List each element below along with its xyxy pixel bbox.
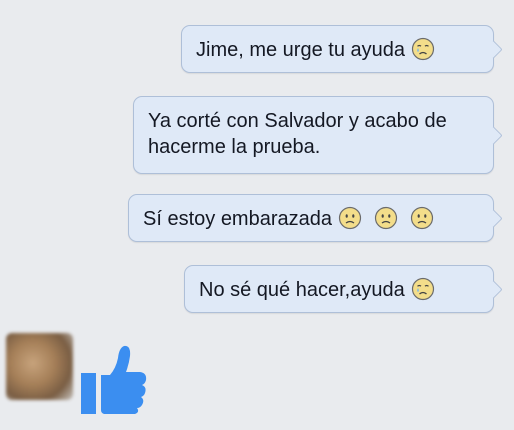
message-text-1: Jime, me urge tu ayuda <box>196 39 405 61</box>
message-bubble-3: Sí estoy embarazada <box>128 194 494 242</box>
message-text-4: No sé qué hacer,ayuda <box>199 279 405 301</box>
frowning-face-icon <box>410 206 434 230</box>
crying-face-icon <box>411 277 435 301</box>
message-bubble-2: Ya corté con Salvador y acabo de hacerme… <box>133 96 494 174</box>
frowning-face-icon <box>338 206 362 230</box>
thumbs-up-icon <box>80 342 148 417</box>
frowning-face-icon <box>374 206 398 230</box>
contact-avatar[interactable] <box>6 333 73 400</box>
message-bubble-4: No sé qué hacer,ayuda <box>184 265 494 313</box>
message-text-2: Ya corté con Salvador y acabo de hacerme… <box>148 110 447 158</box>
message-bubble-1: Jime, me urge tu ayuda <box>181 25 494 73</box>
crying-face-icon <box>411 37 435 61</box>
message-text-3: Sí estoy embarazada <box>143 208 332 230</box>
